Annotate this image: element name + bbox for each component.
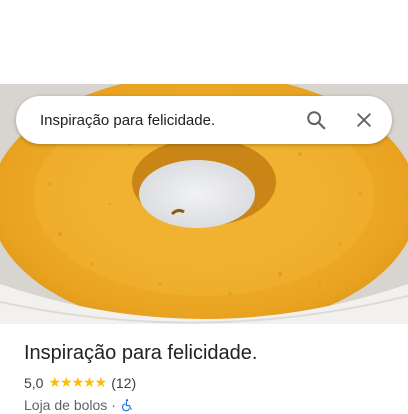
- wheelchair-icon: [121, 399, 132, 412]
- rating-row[interactable]: 5,0 ★★★★★ (12): [24, 374, 394, 392]
- place-category: Loja de bolos: [24, 397, 108, 413]
- search-bar[interactable]: Inspiração para felicidade.: [16, 96, 392, 144]
- search-input[interactable]: Inspiração para felicidade.: [40, 112, 296, 129]
- rating-stars: ★★★★★: [48, 375, 107, 391]
- review-count[interactable]: (12): [111, 375, 136, 391]
- top-blank-area: [0, 0, 408, 84]
- close-icon: [357, 113, 371, 127]
- search-button[interactable]: [296, 100, 336, 140]
- rating-value: 5,0: [24, 375, 44, 391]
- place-title: Inspiração para felicidade.: [24, 342, 258, 364]
- star-icons: ★★★★★: [48, 375, 107, 391]
- search-icon: [307, 111, 326, 130]
- place-info: Inspiração para felicidade. 5,0 ★★★★★ (1…: [24, 340, 394, 414]
- separator: ·: [111, 397, 116, 413]
- category-row: Loja de bolos ·: [24, 396, 394, 414]
- close-button[interactable]: [344, 100, 384, 140]
